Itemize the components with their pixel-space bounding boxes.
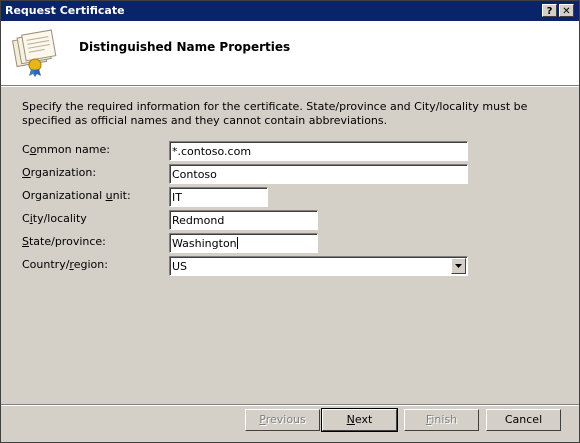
help-icon: ?	[546, 6, 553, 17]
window-title: Request Certificate	[5, 4, 125, 17]
common-name-label: Common name:	[22, 143, 110, 156]
footer-separator-highlight	[1, 405, 579, 406]
label-text: egion:	[73, 258, 108, 271]
chevron-down-icon	[455, 264, 462, 268]
label-text: C	[22, 212, 30, 225]
help-button[interactable]: ?	[542, 4, 557, 17]
common-name-value: *.contoso.com	[172, 145, 252, 158]
button-text: revious	[265, 413, 306, 426]
label-text: tate/province:	[28, 235, 106, 248]
label-accelerator: O	[22, 166, 31, 179]
instructions-text: Specify the required information for the…	[22, 100, 528, 127]
org-unit-value: IT	[172, 191, 182, 204]
organization-label: Organization:	[22, 166, 96, 179]
next-button[interactable]: Next	[321, 408, 398, 432]
label-text: ty/locality	[32, 212, 87, 225]
country-select[interactable]: US	[169, 256, 468, 276]
previous-button[interactable]: Previous	[245, 409, 320, 431]
text-cursor	[236, 237, 238, 249]
state-field[interactable]: Washington	[169, 233, 318, 253]
button-text: inish	[431, 413, 458, 426]
city-label: City/locality	[22, 212, 87, 225]
cancel-button[interactable]: Cancel	[486, 409, 561, 431]
button-accelerator: N	[346, 413, 355, 426]
wizard-header: Distinguished Name Properties	[1, 21, 579, 86]
label-accelerator: u	[105, 189, 113, 202]
label-text: rganization:	[30, 166, 97, 179]
country-label: Country/region:	[22, 258, 108, 271]
close-button[interactable]: ✕	[559, 4, 574, 17]
org-unit-field[interactable]: IT	[169, 187, 268, 207]
organization-value: Contoso	[172, 168, 217, 181]
button-text: Cancel	[504, 413, 543, 426]
label-accelerator: S	[22, 235, 29, 248]
country-dropdown-button[interactable]	[451, 258, 466, 274]
state-value: Washington	[172, 237, 237, 250]
org-unit-label: Organizational unit:	[22, 189, 131, 202]
label-text: Organizational	[22, 189, 106, 202]
page-title: Distinguished Name Properties	[79, 40, 291, 54]
request-certificate-window: Request Certificate ? ✕ Distinguished Na…	[0, 0, 580, 443]
button-text: ext	[354, 413, 373, 426]
title-bar: Request Certificate ? ✕	[1, 1, 579, 21]
country-value: US	[172, 260, 188, 273]
certificate-icon	[11, 29, 61, 77]
header-separator	[1, 86, 579, 87]
label-text: C	[22, 143, 30, 156]
finish-button[interactable]: Finish	[404, 409, 479, 431]
city-field[interactable]: Redmond	[169, 210, 318, 230]
common-name-field[interactable]: *.contoso.com	[169, 141, 468, 161]
state-label: State/province:	[22, 235, 106, 248]
city-value: Redmond	[172, 214, 225, 227]
label-text: nit:	[112, 189, 131, 202]
label-text: mmon name:	[36, 143, 110, 156]
close-icon: ✕	[562, 6, 571, 17]
organization-field[interactable]: Contoso	[169, 164, 468, 184]
label-text: Country/	[22, 258, 70, 271]
